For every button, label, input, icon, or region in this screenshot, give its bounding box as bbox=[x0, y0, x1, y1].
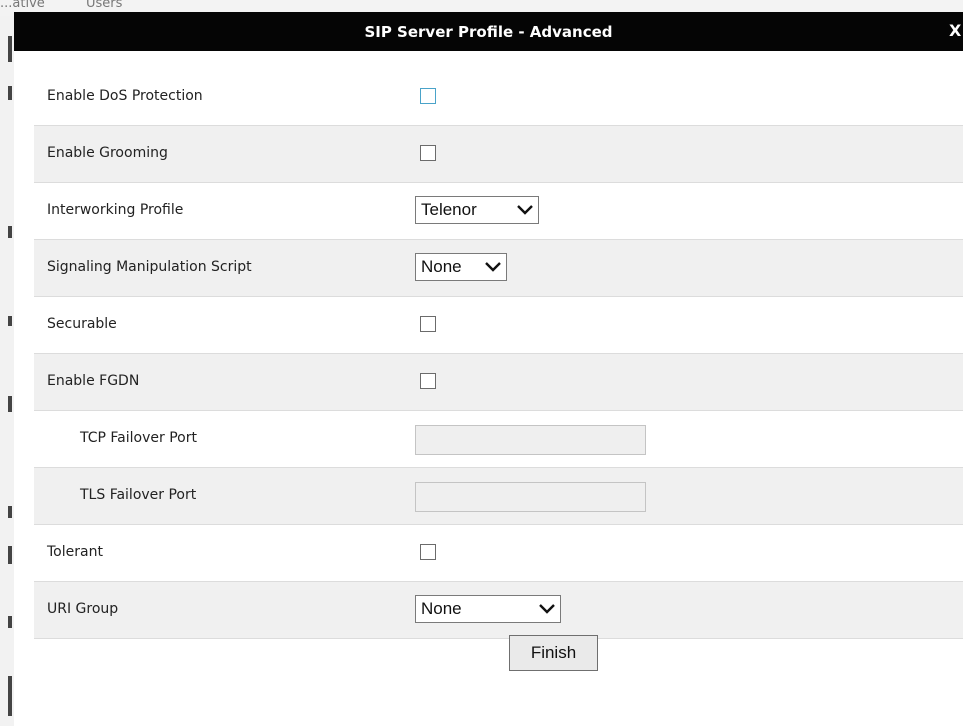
chevron-down-icon bbox=[539, 604, 555, 614]
chevron-down-icon bbox=[517, 205, 533, 215]
background-tab-fragment: ...ative bbox=[0, 0, 45, 11]
uri-group-select[interactable]: None bbox=[415, 595, 561, 623]
tcp-failover-port-label: TCP Failover Port bbox=[80, 430, 197, 446]
interworking-profile-value: Telenor bbox=[421, 200, 477, 219]
securable-checkbox[interactable] bbox=[420, 316, 436, 332]
settings-form: Enable DoS Protection Enable Grooming In… bbox=[34, 69, 963, 639]
background-page-edge bbox=[0, 16, 15, 726]
tcp-failover-port-input[interactable] bbox=[415, 425, 646, 455]
enable-dos-protection-label: Enable DoS Protection bbox=[47, 88, 203, 104]
dialog-titlebar: SIP Server Profile - Advanced X bbox=[14, 12, 963, 51]
tls-failover-port-input[interactable] bbox=[415, 482, 646, 512]
row-interworking-profile: Interworking Profile Telenor bbox=[34, 183, 963, 240]
interworking-profile-label: Interworking Profile bbox=[47, 202, 184, 218]
finish-button[interactable]: Finish bbox=[509, 635, 598, 671]
dialog-title: SIP Server Profile - Advanced bbox=[364, 23, 613, 41]
row-tls-failover-port: TLS Failover Port bbox=[34, 468, 963, 525]
enable-fgdn-label: Enable FGDN bbox=[47, 373, 140, 389]
enable-dos-protection-checkbox[interactable] bbox=[420, 88, 436, 104]
tls-failover-port-label: TLS Failover Port bbox=[80, 487, 197, 503]
uri-group-label: URI Group bbox=[47, 601, 119, 617]
background-tab-users: Users bbox=[86, 0, 123, 11]
row-enable-fgdn: Enable FGDN bbox=[34, 354, 963, 411]
tolerant-label: Tolerant bbox=[47, 544, 103, 560]
row-enable-grooming: Enable Grooming bbox=[34, 126, 963, 183]
close-button[interactable]: X bbox=[949, 21, 963, 40]
row-tolerant: Tolerant bbox=[34, 525, 963, 582]
row-signaling-manipulation-script: Signaling Manipulation Script None bbox=[34, 240, 963, 297]
row-securable: Securable bbox=[34, 297, 963, 354]
tolerant-checkbox[interactable] bbox=[420, 544, 436, 560]
chevron-down-icon bbox=[485, 262, 501, 272]
signaling-manipulation-script-value: None bbox=[421, 257, 462, 276]
uri-group-value: None bbox=[421, 599, 462, 618]
signaling-manipulation-script-label: Signaling Manipulation Script bbox=[47, 259, 252, 275]
enable-grooming-label: Enable Grooming bbox=[47, 145, 168, 161]
interworking-profile-select[interactable]: Telenor bbox=[415, 196, 539, 224]
row-uri-group: URI Group None bbox=[34, 582, 963, 639]
sip-server-profile-advanced-dialog: SIP Server Profile - Advanced X Enable D… bbox=[14, 12, 963, 726]
signaling-manipulation-script-select[interactable]: None bbox=[415, 253, 507, 281]
enable-grooming-checkbox[interactable] bbox=[420, 145, 436, 161]
row-enable-dos-protection: Enable DoS Protection bbox=[34, 69, 963, 126]
securable-label: Securable bbox=[47, 316, 117, 332]
row-tcp-failover-port: TCP Failover Port bbox=[34, 411, 963, 468]
enable-fgdn-checkbox[interactable] bbox=[420, 373, 436, 389]
